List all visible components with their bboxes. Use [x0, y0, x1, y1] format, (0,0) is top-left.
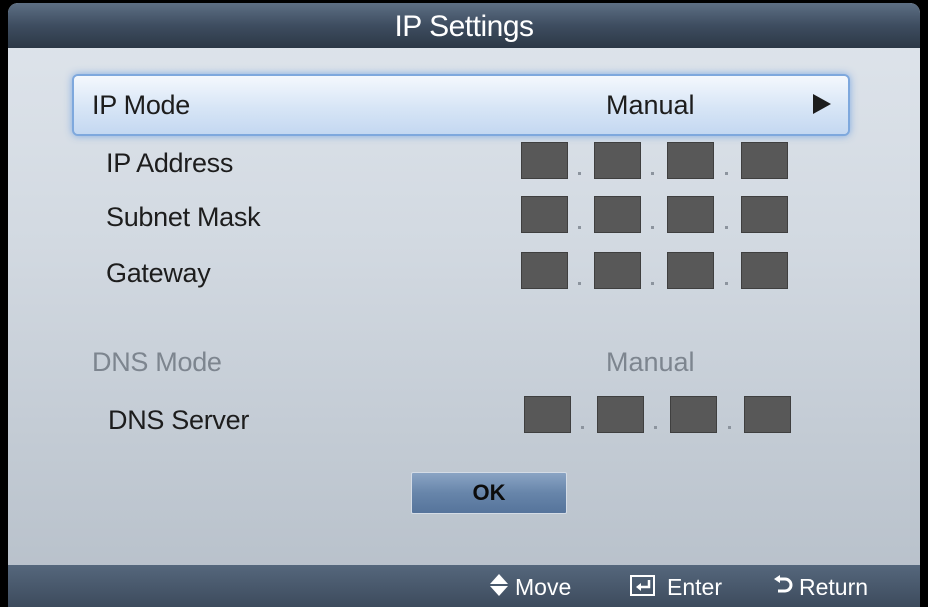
- octet-separator: [578, 226, 581, 229]
- ip-address-label: IP Address: [106, 148, 234, 178]
- return-hint-label: Return: [799, 574, 869, 600]
- octet-separator: [578, 172, 581, 175]
- dns-server-octet-4[interactable]: [744, 396, 791, 433]
- ip-address-octet-4[interactable]: [741, 142, 788, 179]
- ip-address-row: IP Address: [8, 138, 920, 188]
- subnet-mask-octet-2[interactable]: [594, 196, 641, 233]
- subnet-mask-row: Subnet Mask: [8, 192, 920, 242]
- octet-separator: [651, 282, 654, 285]
- gateway-field[interactable]: [521, 252, 791, 292]
- ip-mode-value[interactable]: Manual: [606, 80, 695, 130]
- ip-address-octet-3[interactable]: [667, 142, 714, 179]
- dns-server-octet-3[interactable]: [670, 396, 717, 433]
- dns-server-octet-2[interactable]: [597, 396, 644, 433]
- ip-mode-label: IP Mode: [92, 90, 190, 120]
- octet-separator: [725, 282, 728, 285]
- dns-mode-label: DNS Mode: [92, 347, 222, 377]
- return-arrow-icon: [772, 565, 794, 607]
- ok-button[interactable]: OK: [411, 472, 567, 514]
- gateway-octet-2[interactable]: [594, 252, 641, 289]
- subnet-mask-label: Subnet Mask: [106, 202, 261, 232]
- subnet-mask-octet-4[interactable]: [741, 196, 788, 233]
- subnet-mask-octet-3[interactable]: [667, 196, 714, 233]
- dns-server-octet-1[interactable]: [524, 396, 571, 433]
- dns-server-label: DNS Server: [108, 405, 250, 435]
- ip-address-octet-2[interactable]: [594, 142, 641, 179]
- subnet-mask-octet-1[interactable]: [521, 196, 568, 233]
- dns-mode-row[interactable]: DNS Mode Manual: [8, 337, 920, 387]
- octet-separator: [654, 426, 657, 429]
- gateway-row: Gateway: [8, 248, 920, 298]
- footer-hint-bar: Move Enter Return: [8, 565, 920, 607]
- octet-separator: [728, 426, 731, 429]
- gateway-octet-4[interactable]: [741, 252, 788, 289]
- octet-separator: [581, 426, 584, 429]
- ip-address-octet-1[interactable]: [521, 142, 568, 179]
- ip-mode-row[interactable]: IP Mode Manual: [8, 80, 920, 130]
- dialog-title: IP Settings: [8, 3, 920, 48]
- gateway-octet-3[interactable]: [667, 252, 714, 289]
- enter-key-icon: [630, 565, 656, 607]
- octet-separator: [578, 282, 581, 285]
- octet-separator: [651, 226, 654, 229]
- octet-separator: [725, 226, 728, 229]
- dns-mode-value[interactable]: Manual: [606, 337, 695, 387]
- move-hint-label: Move: [515, 574, 572, 600]
- octet-separator: [651, 172, 654, 175]
- ip-settings-dialog: IP Settings IP Mode Manual IP Address Su…: [8, 3, 920, 607]
- up-down-arrows-icon: [490, 565, 508, 607]
- dns-server-row: DNS Server: [8, 395, 920, 445]
- subnet-mask-field[interactable]: [521, 196, 791, 236]
- gateway-label: Gateway: [106, 258, 211, 288]
- dns-server-field[interactable]: [524, 396, 794, 436]
- octet-separator: [725, 172, 728, 175]
- enter-hint-label: Enter: [667, 574, 722, 600]
- ip-address-field[interactable]: [521, 142, 791, 182]
- gateway-octet-1[interactable]: [521, 252, 568, 289]
